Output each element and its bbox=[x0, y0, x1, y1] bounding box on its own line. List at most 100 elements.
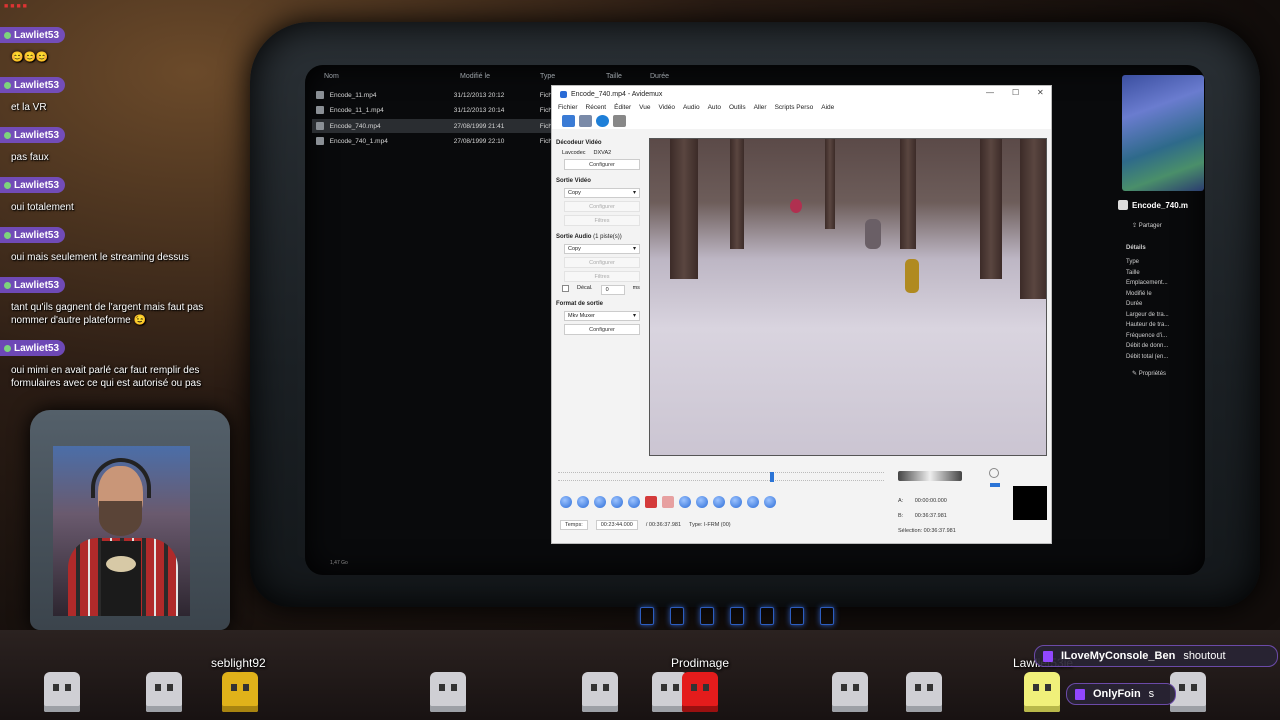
prev-cut-icon[interactable] bbox=[713, 496, 725, 508]
open-file-icon[interactable] bbox=[562, 115, 575, 127]
viewer-avatar bbox=[430, 672, 466, 712]
chat-user: Lawliet53 bbox=[14, 229, 60, 241]
column-header-modified[interactable]: Modifié le bbox=[460, 73, 490, 80]
menu-fichier[interactable]: Fichier bbox=[558, 104, 578, 111]
file-name: Encode_11_1.mp4 bbox=[329, 106, 384, 114]
detail-field: Modifié le bbox=[1126, 290, 1152, 297]
video-output-select[interactable]: Copy bbox=[564, 188, 640, 198]
seek-bar[interactable] bbox=[558, 468, 884, 482]
minimize-icon[interactable]: — bbox=[986, 88, 994, 97]
twitch-icon bbox=[1075, 688, 1085, 700]
goto-start-icon[interactable] bbox=[679, 496, 691, 508]
next-cut-icon[interactable] bbox=[730, 496, 742, 508]
chat-user: Lawliet53 bbox=[14, 29, 60, 41]
volume-meter bbox=[1013, 486, 1047, 520]
audio-filters-button[interactable]: Filtres bbox=[564, 271, 640, 282]
marker-b-icon[interactable] bbox=[662, 496, 674, 508]
next-keyframe-icon[interactable] bbox=[628, 496, 640, 508]
goto-end-icon[interactable] bbox=[696, 496, 708, 508]
column-header-type[interactable]: Type bbox=[540, 73, 555, 80]
video-filters-button[interactable]: Filtres bbox=[564, 215, 640, 226]
decoder-codec: DXVA2 bbox=[593, 150, 612, 156]
column-header-name[interactable]: Nom bbox=[324, 73, 339, 80]
seek-handle[interactable] bbox=[770, 472, 774, 482]
detail-field: Débit de donn... bbox=[1126, 343, 1169, 349]
playback-controls bbox=[560, 496, 776, 508]
decoder-configure-button[interactable]: Configurer bbox=[564, 159, 640, 170]
volume-icon[interactable] bbox=[989, 468, 999, 478]
video-person bbox=[905, 259, 919, 293]
calculator-icon[interactable] bbox=[613, 115, 626, 127]
file-row-selected[interactable]: Encode_740.mp4 27/08/1999 21:41 Fich bbox=[312, 119, 552, 133]
video-tree bbox=[900, 139, 916, 249]
sub-badge-icon bbox=[4, 281, 11, 289]
current-time-input[interactable]: 00:23:44.000 bbox=[595, 520, 638, 530]
menu-recent[interactable]: Récent bbox=[586, 104, 607, 111]
menu-scripts[interactable]: Scripts Perso bbox=[775, 104, 814, 111]
shift-checkbox[interactable] bbox=[562, 285, 569, 292]
time-label: Temps: bbox=[560, 520, 588, 530]
stream-scene: { "chat": { "messages": [ {"user": "Lawl… bbox=[0, 0, 1280, 720]
video-preview bbox=[649, 138, 1047, 456]
prev-black-icon[interactable] bbox=[747, 496, 759, 508]
detail-field: Durée bbox=[1126, 301, 1143, 307]
file-name: Encode_11.mp4 bbox=[329, 91, 377, 99]
prev-keyframe-icon[interactable] bbox=[611, 496, 623, 508]
rewind-icon[interactable] bbox=[577, 496, 589, 508]
streamer-tshirt bbox=[101, 541, 141, 616]
file-icon bbox=[1118, 200, 1128, 210]
video-configure-button[interactable]: Configurer bbox=[564, 201, 640, 212]
file-row[interactable]: Encode_740_1.mp4 27/08/1999 22:10 Fich bbox=[312, 134, 552, 148]
next-black-icon[interactable] bbox=[764, 496, 776, 508]
chat-username: Lawliet53 bbox=[0, 227, 66, 243]
marker-a-icon[interactable] bbox=[645, 496, 657, 508]
properties-button[interactable]: ✎ Propriétés bbox=[1132, 370, 1208, 377]
menu-video[interactable]: Vidéo bbox=[658, 104, 675, 111]
maximize-icon[interactable]: ☐ bbox=[1012, 88, 1019, 97]
menu-vue[interactable]: Vue bbox=[639, 104, 650, 111]
total-time: / 00:36:37.981 bbox=[645, 522, 682, 528]
menu-aide[interactable]: Aide bbox=[821, 104, 834, 111]
file-icon bbox=[316, 106, 324, 114]
menu-auto[interactable]: Auto bbox=[708, 104, 721, 111]
sub-badge-icon bbox=[4, 131, 11, 139]
menu-outils[interactable]: Outils bbox=[729, 104, 746, 111]
close-icon[interactable]: ✕ bbox=[1037, 88, 1044, 97]
seek-track bbox=[558, 472, 884, 474]
chat-user: Lawliet53 bbox=[14, 279, 60, 291]
menu-editer[interactable]: Éditer bbox=[614, 104, 631, 111]
time-row: Temps: 00:23:44.000 / 00:36:37.981 Type:… bbox=[560, 520, 731, 530]
column-header-size[interactable]: Taille bbox=[606, 73, 622, 80]
chat-username: Lawliet53 bbox=[0, 277, 66, 293]
menu-aller[interactable]: Aller bbox=[754, 104, 767, 111]
headset-icon bbox=[91, 458, 151, 498]
save-icon[interactable] bbox=[579, 115, 592, 127]
column-header-duration[interactable]: Durée bbox=[650, 73, 669, 80]
volume-slider[interactable] bbox=[990, 483, 1000, 487]
sub-badge-icon bbox=[4, 31, 11, 39]
audio-output-select[interactable]: Copy bbox=[564, 244, 640, 254]
file-row[interactable]: Encode_11_1.mp4 31/12/2013 20:14 Fich bbox=[312, 103, 552, 117]
shift-input[interactable]: 0 bbox=[600, 285, 625, 295]
audio-tracks: (1 piste(s)) bbox=[593, 234, 622, 240]
audio-configure-button[interactable]: Configurer bbox=[564, 257, 640, 268]
viewer-avatar bbox=[222, 672, 258, 712]
play-icon[interactable] bbox=[560, 496, 572, 508]
menu-audio[interactable]: Audio bbox=[683, 104, 700, 111]
forward-icon[interactable] bbox=[594, 496, 606, 508]
explorer-footer: 1,47 Go bbox=[330, 560, 348, 566]
output-format-select[interactable]: Mkv Muxer bbox=[564, 311, 640, 321]
window-titlebar: Encode_740.mp4 - Avidemux — ☐ ✕ bbox=[552, 86, 1051, 102]
properties-label: Propriétés bbox=[1138, 370, 1167, 377]
file-row[interactable]: Encode_11.mp4 31/12/2013 20:12 Fich bbox=[312, 88, 552, 102]
audio-meter bbox=[898, 471, 962, 481]
share-button[interactable]: ⇪ Partager bbox=[1132, 222, 1208, 229]
viewer-name: seblight92 bbox=[211, 656, 266, 670]
properties-title: Encode_740.m bbox=[1118, 200, 1208, 210]
info-icon[interactable] bbox=[596, 115, 609, 127]
format-configure-button[interactable]: Configurer bbox=[564, 324, 640, 335]
properties-filename: Encode_740.m bbox=[1132, 200, 1189, 210]
chat-message: pas faux bbox=[11, 152, 49, 163]
detail-field: Type bbox=[1126, 259, 1140, 265]
streamer-beard bbox=[99, 501, 142, 536]
